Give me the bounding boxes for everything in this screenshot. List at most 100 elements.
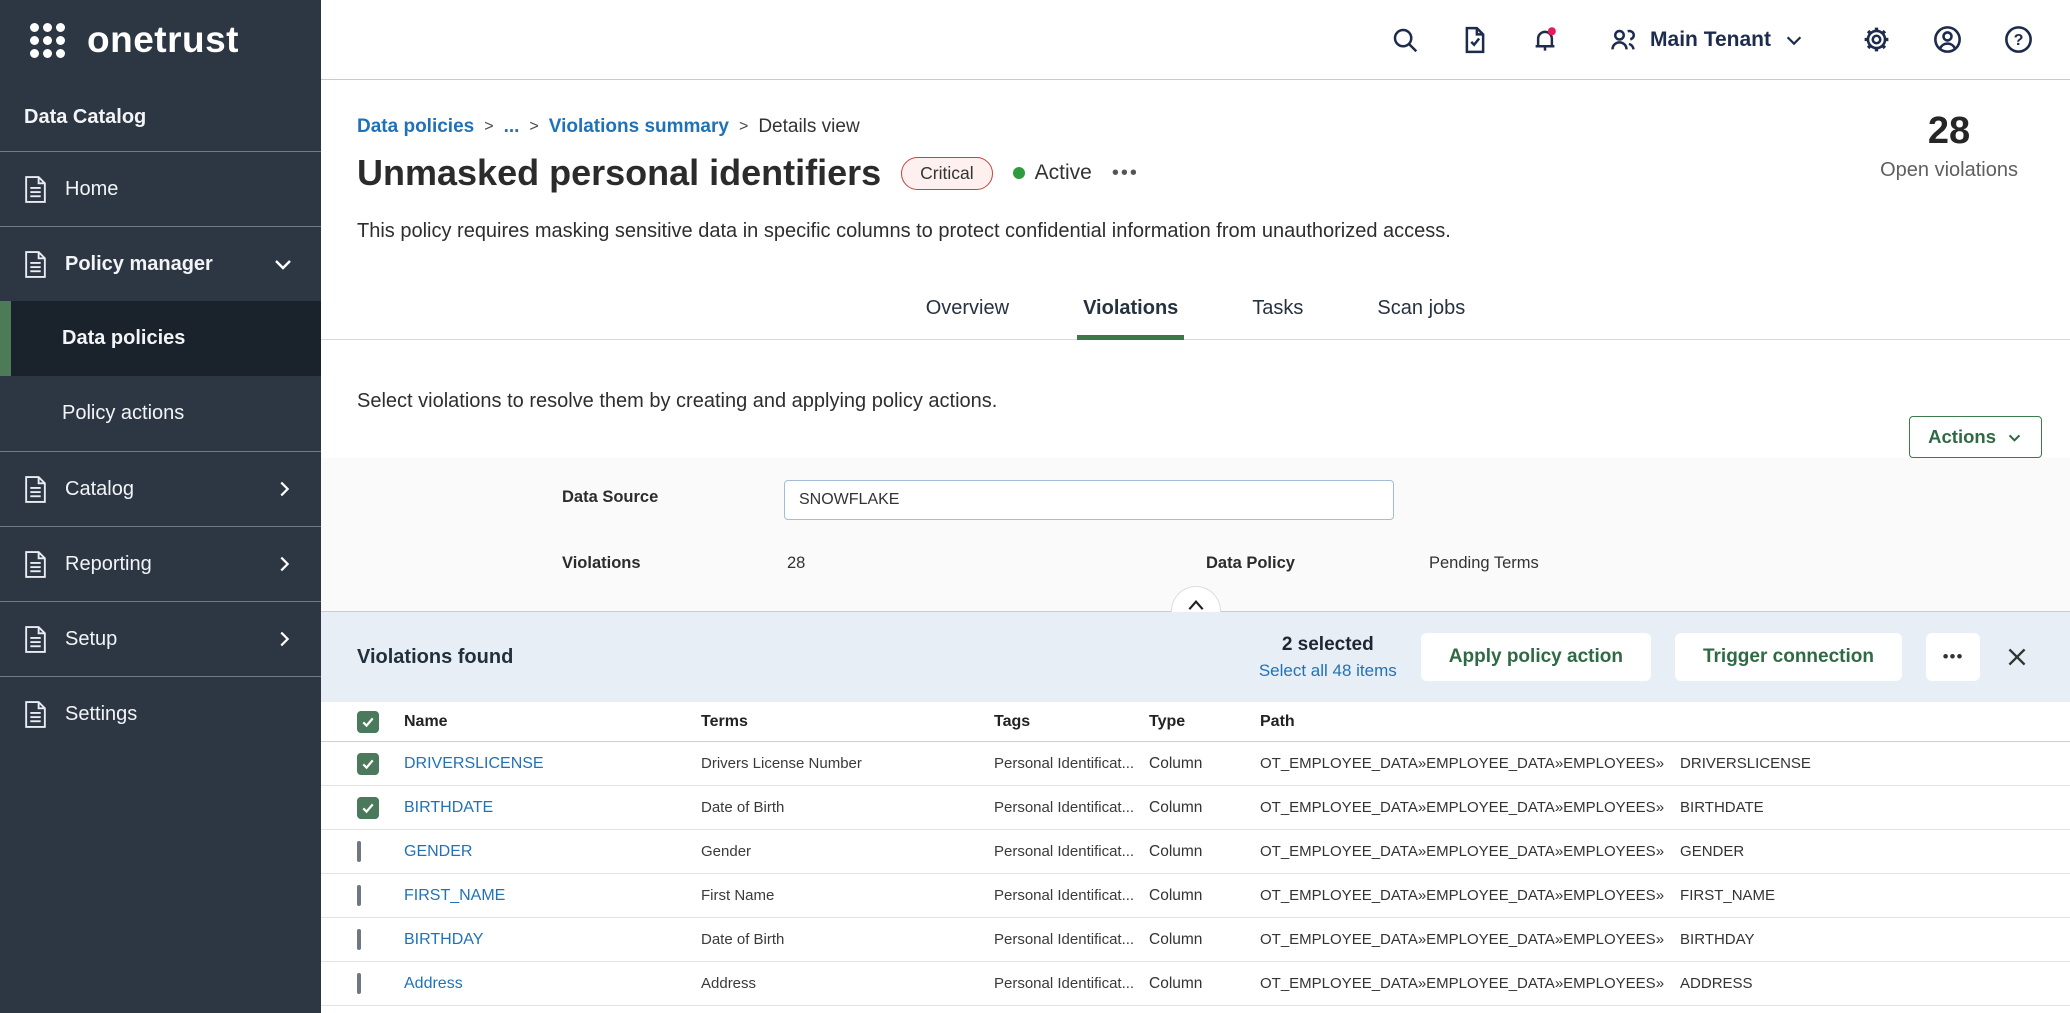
tenant-switcher[interactable]: Main Tenant <box>1608 25 1805 55</box>
violation-name-link[interactable]: Address <box>404 975 701 993</box>
check-icon <box>360 800 376 816</box>
violation-name-link[interactable]: FIRST_NAME <box>404 887 701 905</box>
apply-policy-action-button[interactable]: Apply policy action <box>1421 633 1651 681</box>
row-checkbox[interactable] <box>357 885 361 906</box>
chevron-right-icon <box>273 553 295 575</box>
violation-name-link[interactable]: DRIVERSLICENSE <box>404 755 701 773</box>
sidebar-item-setup[interactable]: Setup <box>0 601 321 676</box>
sidebar-item-settings[interactable]: Settings <box>0 676 321 751</box>
column-header-type[interactable]: Type <box>1149 713 1260 731</box>
violation-name-link[interactable]: GENDER <box>404 843 701 861</box>
terms-cell: Gender <box>701 843 994 860</box>
sidebar-item-reporting[interactable]: Reporting <box>0 526 321 601</box>
row-checkbox[interactable] <box>357 973 361 994</box>
table-row: BIRTHDATE Date of Birth Personal Identif… <box>321 786 2070 830</box>
column-header-terms[interactable]: Terms <box>701 713 994 731</box>
tags-cell: Personal Identificat... <box>994 975 1149 992</box>
document-icon <box>24 701 47 728</box>
sidebar-item-catalog[interactable]: Catalog <box>0 451 321 526</box>
actions-button[interactable]: Actions <box>1909 416 2042 458</box>
tab-tasks[interactable]: Tasks <box>1246 276 1309 340</box>
breadcrumb-data-policies[interactable]: Data policies <box>357 116 474 138</box>
row-checkbox[interactable] <box>357 929 361 950</box>
column-header-name[interactable]: Name <box>404 713 701 731</box>
selection-count: 2 selected Select all 48 items <box>1259 634 1397 681</box>
gear-icon[interactable] <box>1861 24 1892 55</box>
selected-count-text: 2 selected <box>1259 634 1397 656</box>
sidebar-item-label: Data policies <box>62 327 185 350</box>
violation-name-link[interactable]: BIRTHDATE <box>404 799 701 817</box>
sidebar-item-label: Policy actions <box>62 402 184 425</box>
content: Data policies > ... > Violations summary… <box>321 80 2070 1013</box>
notifications-bell-icon[interactable] <box>1530 25 1560 55</box>
row-checkbox[interactable] <box>357 841 361 862</box>
page-title: Unmasked personal identifiers <box>357 152 881 194</box>
open-violations-label: Open violations <box>1880 159 2018 182</box>
breadcrumb-ellipsis[interactable]: ... <box>504 116 520 138</box>
check-icon <box>360 714 376 730</box>
status: Active <box>1013 161 1092 185</box>
violations-subtitle: Select violations to resolve them by cre… <box>357 390 997 413</box>
search-icon[interactable] <box>1390 25 1420 55</box>
breadcrumb-violations-summary[interactable]: Violations summary <box>549 116 729 138</box>
document-icon <box>24 626 47 653</box>
sidebar-item-data-policies[interactable]: Data policies <box>0 301 321 376</box>
app-root: onetrust Data Catalog Home Policy manage… <box>0 0 2070 1013</box>
terms-cell: Address <box>701 975 994 992</box>
status-label: Active <box>1035 161 1092 185</box>
tab-overview[interactable]: Overview <box>920 276 1015 340</box>
column-header-path[interactable]: Path <box>1260 713 2070 731</box>
type-cell: Column <box>1149 843 1260 861</box>
path-cell: OT_EMPLOYEE_DATA»EMPLOYEE_DATA»EMPLOYEES… <box>1260 887 2070 904</box>
tab-violations[interactable]: Violations <box>1077 276 1184 340</box>
sidebar-item-label: Setup <box>65 628 117 651</box>
policy-description: This policy requires masking sensitive d… <box>357 220 1451 243</box>
main-area: Main Tenant ? Data policies > ... > Viol… <box>321 0 2070 1013</box>
active-item-accent-bar <box>0 301 11 376</box>
violation-name-link[interactable]: BIRTHDAY <box>404 931 701 949</box>
breadcrumb: Data policies > ... > Violations summary… <box>357 116 860 138</box>
select-all-link[interactable]: Select all 48 items <box>1259 661 1397 681</box>
data-policy-value: Pending Terms <box>1429 554 1539 573</box>
document-check-icon[interactable] <box>1460 25 1490 55</box>
type-cell: Column <box>1149 975 1260 993</box>
violations-label: Violations <box>562 554 641 573</box>
select-all-checkbox[interactable] <box>357 711 379 733</box>
path-cell: OT_EMPLOYEE_DATA»EMPLOYEE_DATA»EMPLOYEES… <box>1260 931 2070 948</box>
tab-scan-jobs[interactable]: Scan jobs <box>1371 276 1471 340</box>
sidebar-item-label: Reporting <box>65 553 152 576</box>
table-row: Address Address Personal Identificat... … <box>321 962 2070 1006</box>
terms-cell: Date of Birth <box>701 799 994 816</box>
column-header-tags[interactable]: Tags <box>994 713 1149 731</box>
logo-text: onetrust <box>87 19 239 61</box>
account-icon[interactable] <box>1932 24 1963 55</box>
sidebar-item-label: Policy manager <box>65 253 213 276</box>
close-selection-button[interactable] <box>2004 644 2030 670</box>
path-cell: OT_EMPLOYEE_DATA»EMPLOYEE_DATA»EMPLOYEES… <box>1260 843 2070 860</box>
sidebar-item-policy-actions[interactable]: Policy actions <box>0 376 321 451</box>
row-checkbox[interactable] <box>357 797 379 819</box>
sidebar-item-policy-manager[interactable]: Policy manager <box>0 226 321 301</box>
notification-dot <box>1548 27 1556 35</box>
app-launcher-icon <box>30 23 65 58</box>
help-icon[interactable]: ? <box>2003 24 2034 55</box>
close-icon <box>2004 644 2030 670</box>
title-more-menu[interactable]: ••• <box>1112 162 1139 185</box>
row-checkbox[interactable] <box>357 753 379 775</box>
table-header: Name Terms Tags Type Path <box>321 702 2070 742</box>
sidebar-item-label: Catalog <box>65 478 134 501</box>
sidebar-item-home[interactable]: Home <box>0 151 321 226</box>
table-row: BIRTHDAY Date of Birth Personal Identifi… <box>321 918 2070 962</box>
type-cell: Column <box>1149 799 1260 817</box>
data-source-input[interactable] <box>784 480 1394 520</box>
tags-cell: Personal Identificat... <box>994 799 1149 816</box>
type-cell: Column <box>1149 755 1260 773</box>
selection-more-button[interactable]: ••• <box>1926 633 1980 681</box>
onetrust-logo[interactable]: onetrust <box>0 0 321 80</box>
topbar: Main Tenant ? <box>321 0 2070 80</box>
tenant-label: Main Tenant <box>1650 28 1771 52</box>
people-icon <box>1608 25 1638 55</box>
chevron-down-icon <box>2006 429 2023 446</box>
table-row: GENDER Gender Personal Identificat... Co… <box>321 830 2070 874</box>
trigger-connection-button[interactable]: Trigger connection <box>1675 633 1902 681</box>
